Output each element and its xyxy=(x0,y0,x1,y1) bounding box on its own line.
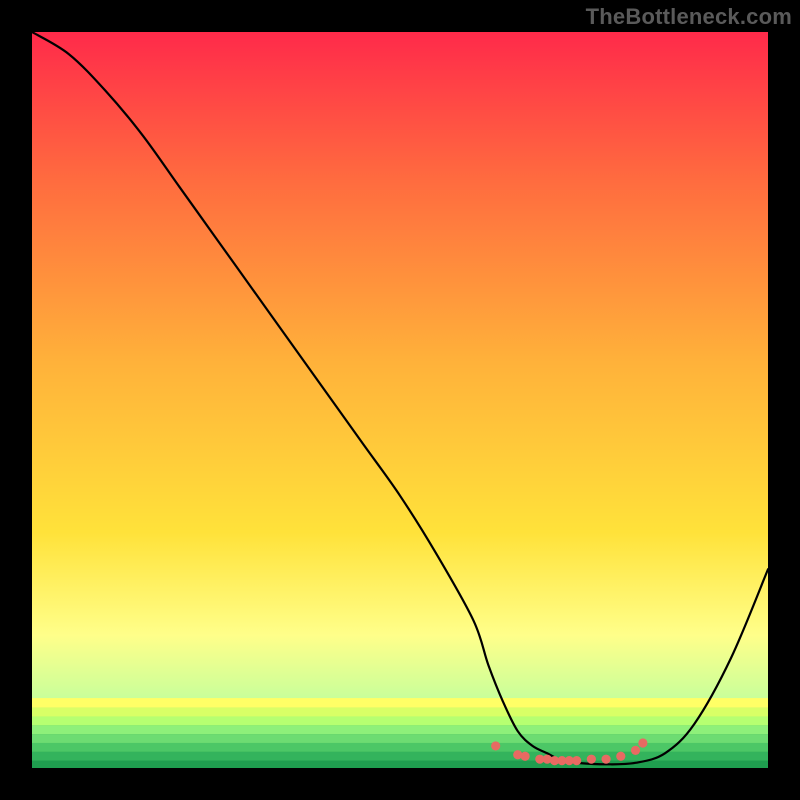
optimal-dot xyxy=(587,755,596,764)
optimal-range-dots xyxy=(32,32,768,768)
optimal-dot xyxy=(491,741,500,750)
optimal-dot xyxy=(638,738,647,747)
optimal-dot xyxy=(616,752,625,761)
optimal-dot xyxy=(521,752,530,761)
optimal-dot xyxy=(601,755,610,764)
optimal-dot xyxy=(631,746,640,755)
optimal-dot xyxy=(572,756,581,765)
attribution-text: TheBottleneck.com xyxy=(586,4,792,30)
page-container: TheBottleneck.com xyxy=(0,0,800,800)
plot-area xyxy=(32,32,768,768)
